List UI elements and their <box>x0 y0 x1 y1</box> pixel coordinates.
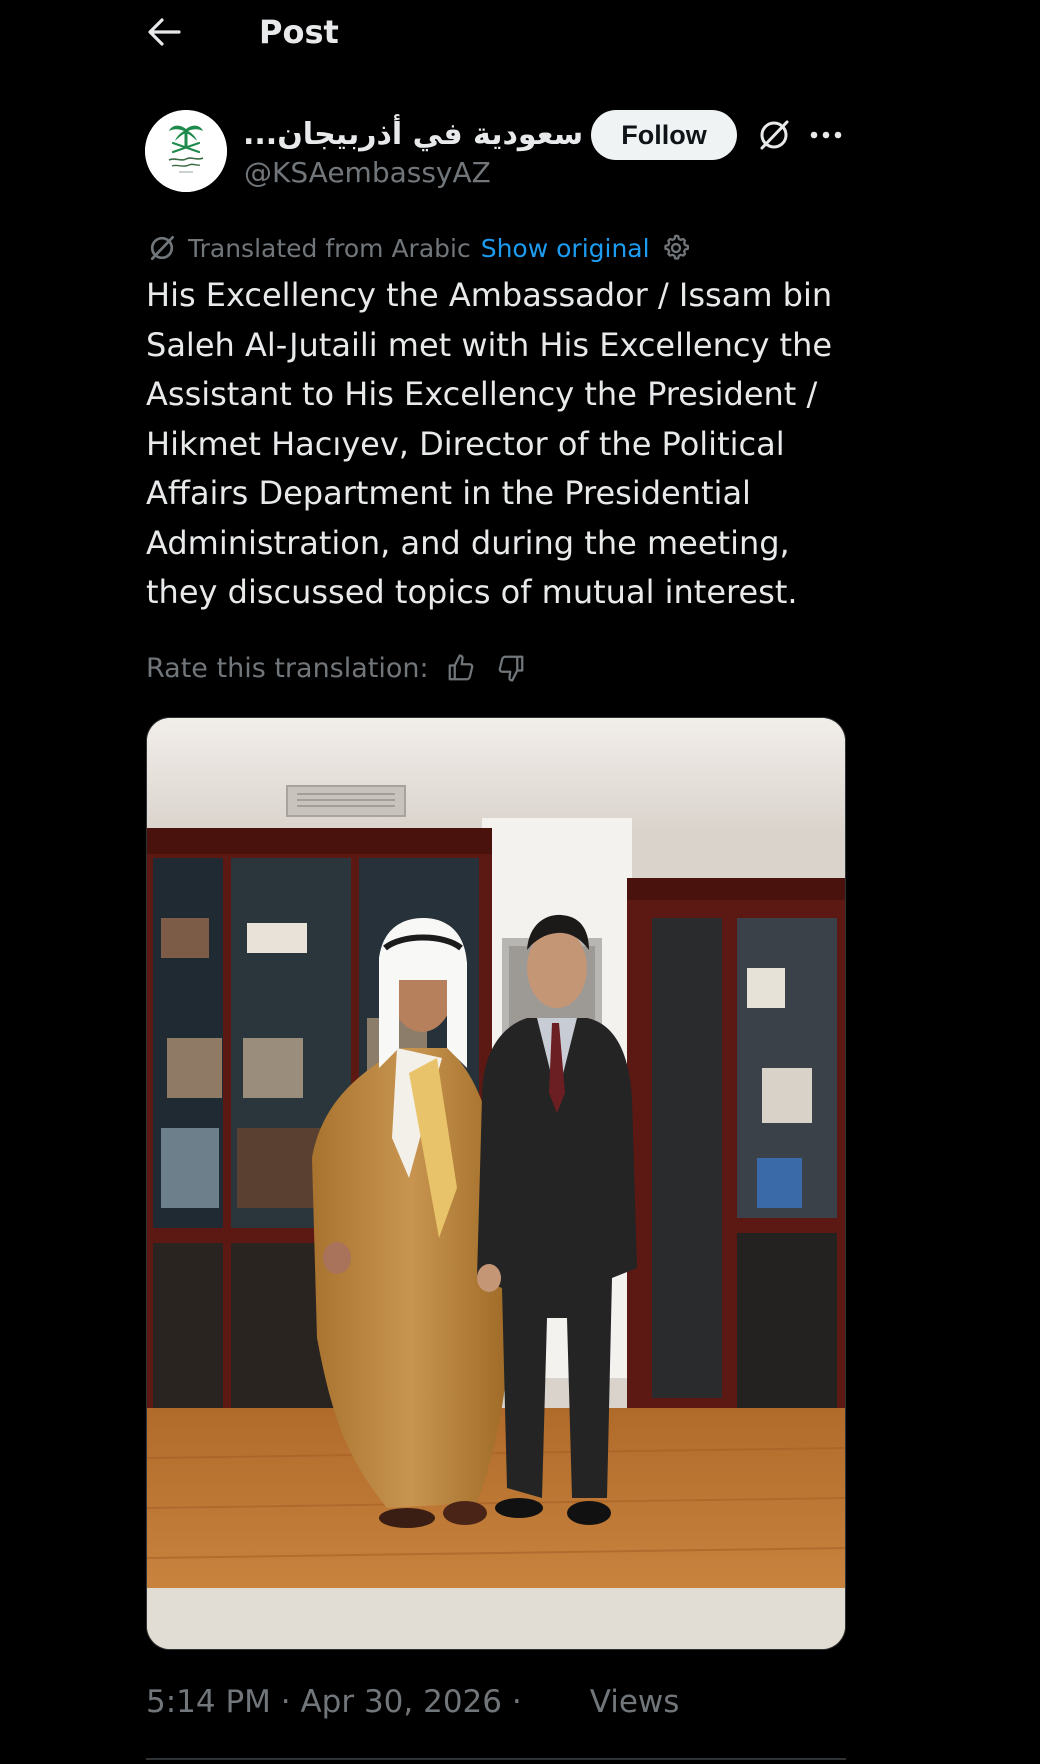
display-name-row: ...سعودية في أذربيجان <box>243 112 625 156</box>
gear-icon[interactable] <box>660 232 692 264</box>
meeting-photo <box>147 718 845 1649</box>
show-original-link[interactable]: Show original <box>481 234 650 263</box>
rate-translation-row: Rate this translation: <box>146 648 529 688</box>
page-title: Post <box>259 13 339 51</box>
translation-bar: Translated from Arabic Show original <box>146 228 692 268</box>
post-timestamp[interactable]: 5:14 PM · Apr 30, 2026 · <box>146 1684 522 1720</box>
post-text: His Excellency the Ambassador / Issam bi… <box>146 276 833 611</box>
back-button[interactable] <box>142 12 186 52</box>
top-bar: Post <box>0 0 1040 64</box>
more-horizontal-icon <box>810 131 842 139</box>
views-label: Views <box>589 1684 680 1720</box>
thumbs-down-icon[interactable] <box>493 650 529 686</box>
post-page: Post ...سعودية في أذربيجان @KSAembassyAZ… <box>0 0 1040 1764</box>
more-button[interactable] <box>805 114 847 156</box>
avatar[interactable] <box>145 110 227 192</box>
follow-button[interactable]: Follow <box>591 110 737 160</box>
post-author: ...سعودية في أذربيجان @KSAembassyAZ Foll… <box>145 110 845 196</box>
display-name[interactable]: ...سعودية في أذربيجان <box>243 117 583 152</box>
rate-translation-label: Rate this translation: <box>146 652 429 684</box>
grok-icon <box>150 236 174 260</box>
grok-button[interactable] <box>753 114 795 156</box>
grok-icon <box>760 120 789 150</box>
thumbs-up-icon[interactable] <box>443 650 479 686</box>
author-handle[interactable]: @KSAembassyAZ <box>244 156 491 189</box>
post-meta: 5:14 PM · Apr 30, 2026 · Views <box>146 1684 679 1720</box>
divider <box>146 1758 846 1760</box>
saudi-emblem-logo <box>145 110 227 192</box>
post-photo[interactable] <box>146 717 846 1650</box>
translated-from-label: Translated from Arabic <box>188 233 471 263</box>
arrow-left-icon <box>148 18 181 46</box>
